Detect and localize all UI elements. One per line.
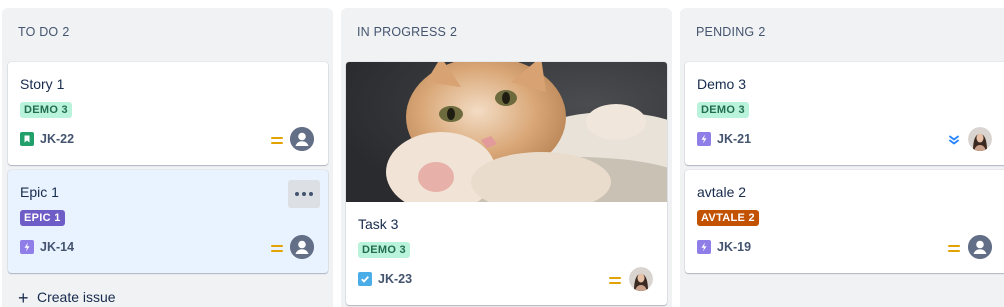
card-title: Epic 1	[20, 184, 59, 200]
column-header: PENDING 2	[696, 25, 770, 39]
create-issue-button[interactable]: + Create issue	[18, 288, 116, 307]
issue-card[interactable]: Epic 1 EPIC 1 JK-14	[8, 170, 328, 273]
card-label: AVTALE 2	[697, 210, 759, 226]
column-title: IN PROGRESS	[357, 25, 447, 39]
create-issue-label: Create issue	[37, 289, 116, 305]
column-pending: PENDING 2 Demo 3 DEMO 3 JK-21 avtale 2 AV…	[680, 8, 1004, 307]
issue-card[interactable]: Demo 3 DEMO 3 JK-21	[685, 62, 1004, 165]
column-count: 2	[62, 25, 70, 39]
issue-key[interactable]: JK-23	[378, 272, 412, 286]
issue-key[interactable]: JK-22	[40, 132, 74, 146]
card-title: avtale 2	[697, 184, 747, 200]
card-title: Story 1	[20, 76, 65, 92]
card-label: DEMO 3	[20, 102, 72, 118]
unassigned-avatar[interactable]	[290, 235, 314, 259]
card-label: EPIC 1	[20, 210, 65, 226]
issue-card[interactable]: avtale 2 AVTALE 2 JK-19	[685, 170, 1004, 273]
medium-priority-icon	[608, 273, 622, 287]
task-icon	[358, 272, 372, 286]
card-title: Demo 3	[697, 76, 747, 92]
issue-card[interactable]: Story 1 DEMO 3 JK-22	[8, 62, 328, 165]
kanban-board: TO DO 2 Story 1 DEMO 3 JK-22 Epic 1 EPIC …	[0, 0, 1004, 307]
medium-priority-icon	[947, 241, 961, 255]
epic-icon	[697, 240, 711, 254]
column-title: TO DO	[18, 25, 59, 39]
issue-key[interactable]: JK-21	[717, 132, 751, 146]
card-label: DEMO 3	[697, 102, 749, 118]
issue-key[interactable]: JK-19	[717, 240, 751, 254]
user-avatar[interactable]	[968, 127, 992, 151]
column-in-progress: IN PROGRESS 2 Task 3 DEMO 3 JK-23	[341, 8, 672, 307]
column-header: IN PROGRESS 2	[357, 25, 461, 39]
card-title: Task 3	[358, 216, 399, 232]
epic-icon	[697, 132, 711, 146]
card-label: DEMO 3	[358, 242, 410, 258]
column-count: 2	[450, 25, 458, 39]
issue-key[interactable]: JK-14	[40, 240, 74, 254]
issue-card[interactable]: Task 3 DEMO 3 JK-23	[346, 62, 667, 305]
column-title: PENDING	[696, 25, 755, 39]
medium-priority-icon	[270, 133, 284, 147]
plus-icon: +	[18, 288, 29, 307]
lowest-priority-icon	[947, 133, 961, 147]
user-avatar[interactable]	[629, 267, 653, 291]
more-icon	[295, 192, 313, 196]
column-todo: TO DO 2 Story 1 DEMO 3 JK-22 Epic 1 EPIC …	[2, 8, 333, 307]
story-icon	[20, 132, 34, 146]
kitten-photo	[346, 62, 667, 202]
epic-icon	[20, 240, 34, 254]
unassigned-avatar[interactable]	[968, 235, 992, 259]
column-header: TO DO 2	[18, 25, 74, 39]
column-count: 2	[758, 25, 766, 39]
unassigned-avatar[interactable]	[290, 127, 314, 151]
more-actions-button[interactable]	[288, 180, 320, 208]
medium-priority-icon	[270, 241, 284, 255]
